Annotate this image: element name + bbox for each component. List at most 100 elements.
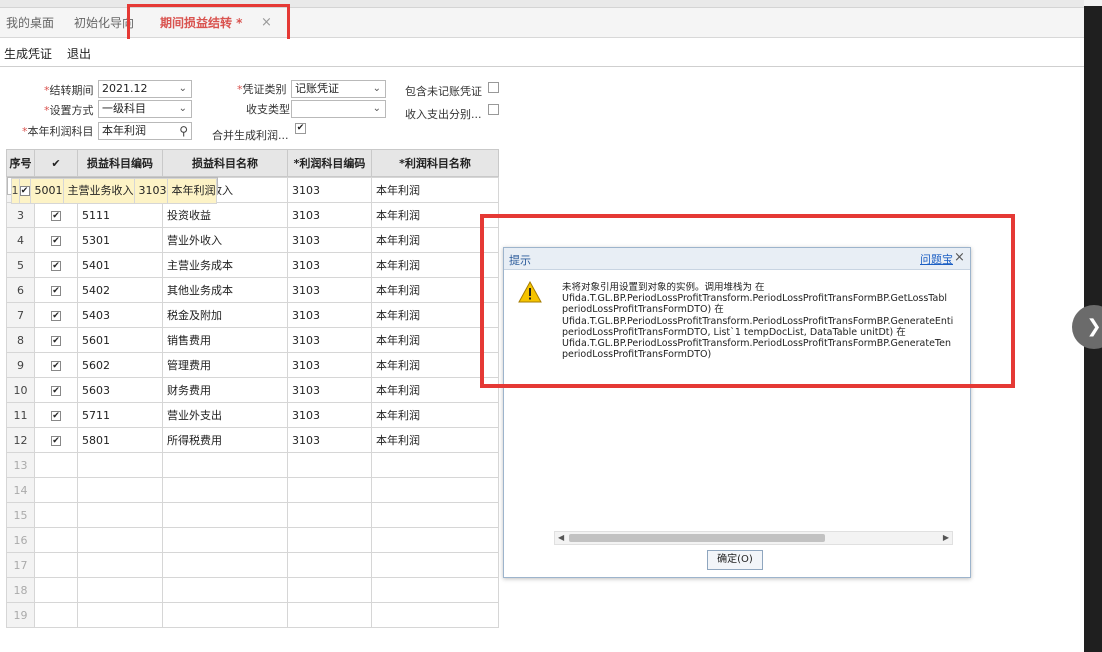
exit-button[interactable]: 退出: [67, 45, 91, 62]
empty-cell: [371, 602, 499, 628]
table-row[interactable]: 10 ✔ 5603 财务费用 3103 本年利润: [6, 377, 499, 403]
empty-cell: [287, 452, 372, 478]
table-row[interactable]: 11 ✔ 5711 营业外支出 3103 本年利润: [6, 402, 499, 428]
row-checkbox[interactable]: ✔: [34, 227, 78, 253]
empty-cell: [34, 552, 78, 578]
checkbox-checked-icon[interactable]: ✔: [51, 210, 61, 221]
profit-name: 本年利润: [371, 402, 499, 428]
checkbox-checked-icon[interactable]: ✔: [51, 335, 61, 346]
empty-table-row[interactable]: 14: [6, 477, 499, 503]
profit-code: 3103: [287, 302, 372, 328]
empty-table-row[interactable]: 15: [6, 502, 499, 528]
next-arrow-button[interactable]: ❯: [1072, 305, 1102, 349]
scroll-thumb[interactable]: [569, 534, 825, 542]
chevron-right-icon: ❯: [1086, 316, 1102, 337]
row-checkbox[interactable]: ✔: [18, 178, 31, 204]
subject-code: 5111: [77, 202, 163, 228]
checkbox-checked-icon[interactable]: ✔: [20, 186, 29, 196]
scroll-right-icon[interactable]: ▶: [943, 532, 949, 544]
empty-table-row[interactable]: 17: [6, 552, 499, 578]
empty-cell: [162, 452, 288, 478]
profit-account-input[interactable]: 本年利润 ⚲: [98, 122, 192, 140]
subject-code: 5402: [77, 277, 163, 303]
merge-checkbox[interactable]: ✔: [295, 123, 306, 134]
row-checkbox[interactable]: ✔: [34, 202, 78, 228]
setup-mode-label-text: 设置方式: [49, 104, 94, 117]
profit-code: 3103: [287, 377, 372, 403]
table-row[interactable]: 4 ✔ 5301 营业外收入 3103 本年利润: [6, 227, 499, 253]
row-number: 14: [6, 477, 35, 503]
empty-table-row[interactable]: 16: [6, 527, 499, 553]
subject-name: 其他业务成本: [162, 277, 288, 303]
checkbox-checked-icon[interactable]: ✔: [51, 310, 61, 321]
row-number: 7: [6, 302, 35, 328]
ok-button[interactable]: 确定(O): [707, 550, 763, 570]
error-highlight-box: [480, 214, 1015, 388]
empty-cell: [34, 502, 78, 528]
subject-code: 5603: [77, 377, 163, 403]
empty-cell: [162, 477, 288, 503]
split-income-checkbox[interactable]: [488, 104, 499, 115]
table-row[interactable]: 12 ✔ 5801 所得税费用 3103 本年利润: [6, 427, 499, 453]
empty-cell: [77, 502, 163, 528]
table-row[interactable]: 9 ✔ 5602 管理费用 3103 本年利润: [6, 352, 499, 378]
voucher-type-value: 记账凭证: [295, 82, 339, 95]
table-row[interactable]: 3 ✔ 5111 投资收益 3103 本年利润: [6, 202, 499, 228]
subject-name: 营业外支出: [162, 402, 288, 428]
table-row[interactable]: 7 ✔ 5403 税金及附加 3103 本年利润: [6, 302, 499, 328]
voucher-type-select[interactable]: 记账凭证 ⌄: [291, 80, 386, 98]
profit-code: 3103: [287, 202, 372, 228]
checkbox-checked-icon[interactable]: ✔: [51, 410, 61, 421]
row-checkbox[interactable]: ✔: [34, 252, 78, 278]
checkbox-checked-icon[interactable]: ✔: [51, 360, 61, 371]
setup-mode-select[interactable]: 一级科目 ⌄: [98, 100, 192, 118]
scroll-left-icon[interactable]: ◀: [558, 532, 564, 544]
period-value: 2021.12: [102, 82, 148, 95]
search-icon[interactable]: ⚲: [179, 123, 188, 139]
include-unposted-checkbox[interactable]: [488, 82, 499, 93]
generate-voucher-button[interactable]: 生成凭证: [4, 45, 52, 62]
empty-cell: [371, 577, 499, 603]
checkbox-checked-icon[interactable]: ✔: [51, 385, 61, 396]
subject-code: 5301: [77, 227, 163, 253]
chevron-down-icon: ⌄: [372, 103, 381, 114]
checkbox-checked-icon[interactable]: ✔: [51, 285, 61, 296]
row-checkbox[interactable]: ✔: [34, 402, 78, 428]
merge-label: 合并生成利润...: [212, 129, 289, 142]
tab-my-desktop[interactable]: 我的桌面: [6, 8, 54, 38]
table-row[interactable]: 1 ✔ 5001 主营业务收入 3103 本年利润: [6, 177, 218, 204]
col-check-header[interactable]: ✔: [34, 149, 78, 177]
row-number: 12: [6, 427, 35, 453]
empty-cell: [77, 477, 163, 503]
row-checkbox[interactable]: ✔: [34, 427, 78, 453]
checkbox-checked-icon[interactable]: ✔: [51, 435, 61, 446]
income-type-select[interactable]: ⌄: [291, 100, 386, 118]
chevron-down-icon: ⌄: [178, 103, 187, 114]
checkbox-checked-icon[interactable]: ✔: [51, 235, 61, 246]
period-label: *结转期间: [44, 82, 94, 98]
table-row[interactable]: 8 ✔ 5601 销售费用 3103 本年利润: [6, 327, 499, 353]
table-row[interactable]: 6 ✔ 5402 其他业务成本 3103 本年利润: [6, 277, 499, 303]
empty-cell: [371, 502, 499, 528]
table-row[interactable]: 5 ✔ 5401 主营业务成本 3103 本年利润: [6, 252, 499, 278]
empty-table-row[interactable]: 19: [6, 602, 499, 628]
subject-name: 财务费用: [162, 377, 288, 403]
period-select[interactable]: 2021.12 ⌄: [98, 80, 192, 98]
empty-table-row[interactable]: 18: [6, 577, 499, 603]
row-checkbox[interactable]: ✔: [34, 302, 78, 328]
row-checkbox[interactable]: ✔: [34, 277, 78, 303]
row-checkbox[interactable]: ✔: [34, 377, 78, 403]
row-checkbox[interactable]: ✔: [34, 327, 78, 353]
subject-name: 销售费用: [162, 327, 288, 353]
empty-table-row[interactable]: 13: [6, 452, 499, 478]
profit-code: 3103: [287, 227, 372, 253]
horizontal-scrollbar[interactable]: ◀ ▶: [554, 531, 953, 545]
checkbox-checked-icon[interactable]: ✔: [51, 260, 61, 271]
tab-init-wizard[interactable]: 初始化导向: [74, 8, 134, 38]
empty-cell: [34, 452, 78, 478]
row-checkbox[interactable]: ✔: [34, 352, 78, 378]
profit-name: 本年利润: [371, 427, 499, 453]
empty-cell: [77, 527, 163, 553]
profit-account-label: *本年利润科目: [22, 123, 94, 139]
subject-name: 投资收益: [162, 202, 288, 228]
